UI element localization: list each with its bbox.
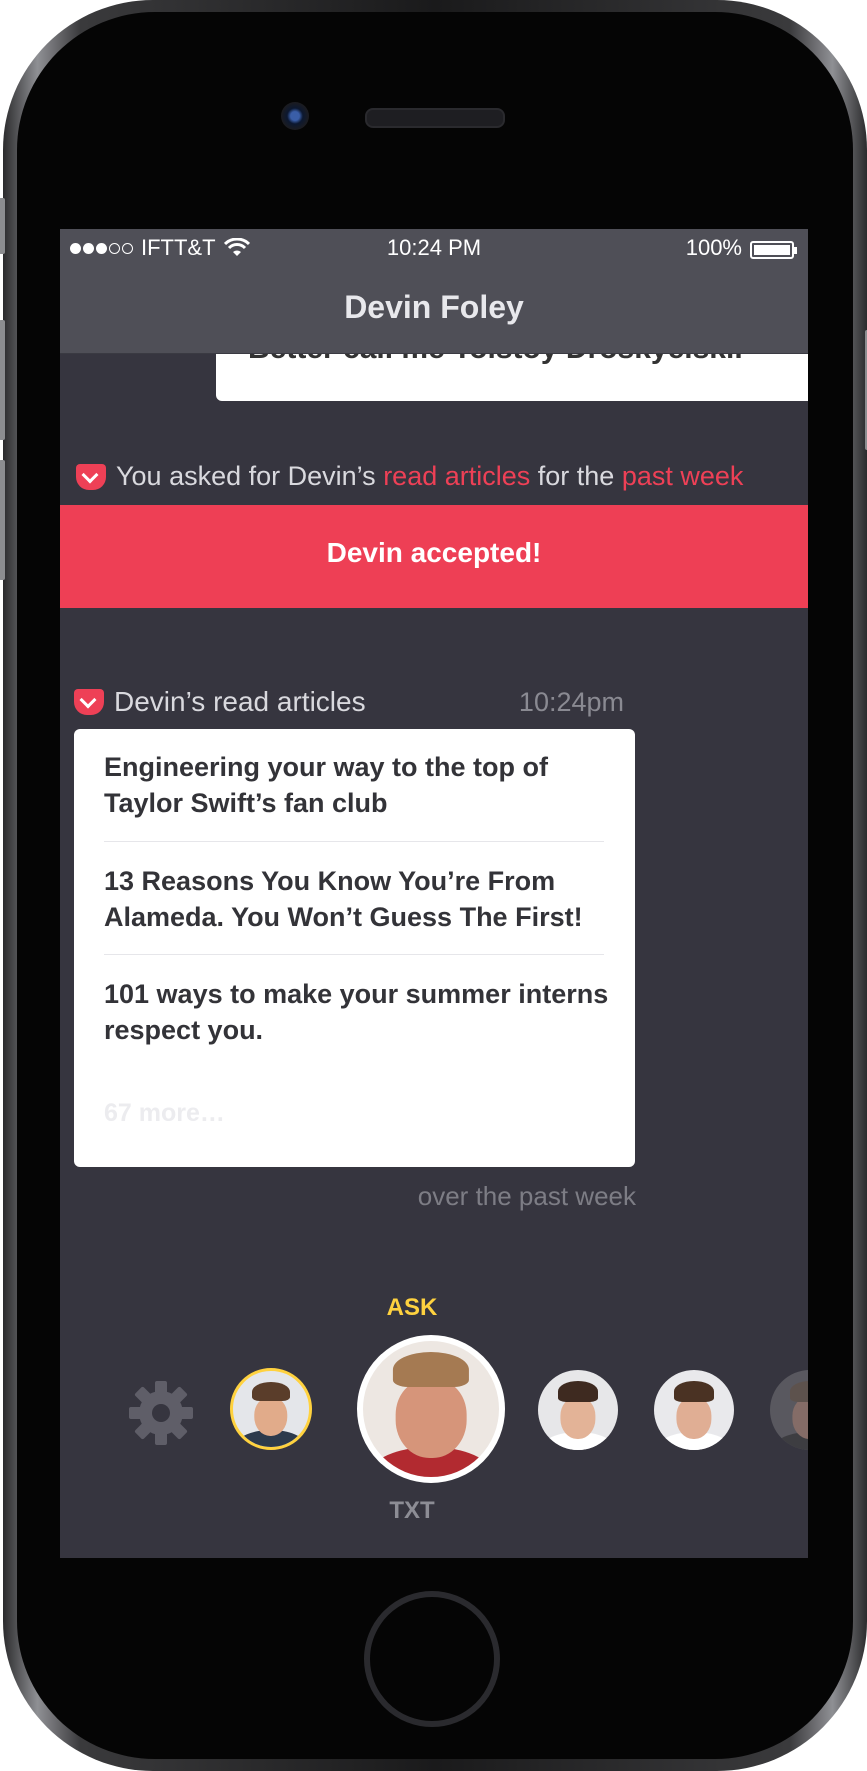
previous-message-text: Better call me Tolstoy Droskyelski. [248, 354, 743, 366]
earpiece-speaker [365, 108, 505, 128]
avatar-face [792, 1397, 808, 1439]
ask-label[interactable]: ASK [60, 1294, 808, 1322]
front-camera [281, 102, 309, 130]
article-item[interactable]: 101 ways to make your summer interns res… [104, 976, 614, 1048]
nav-bar: Devin Foley [60, 269, 808, 354]
avatar-hair [558, 1381, 598, 1402]
previous-message-bubble: Better call me Tolstoy Droskyelski. [216, 354, 808, 401]
app-screen: IFTT&T 10:24 PM 100% Devin Foley Better … [60, 229, 808, 1558]
feed-timestamp: 10:24pm [518, 687, 624, 717]
battery-percent: 100% [685, 235, 742, 260]
divider [104, 841, 604, 842]
page-title: Devin Foley [344, 289, 524, 325]
avatar-hair [674, 1381, 714, 1402]
avatar-hair [392, 1351, 470, 1388]
pocket-icon [76, 463, 106, 490]
accepted-text: Devin accepted! [326, 537, 542, 568]
feed-title: Devin’s read articles [114, 686, 366, 717]
home-button[interactable] [364, 1591, 500, 1727]
battery-icon [750, 241, 797, 259]
avatar-hair [790, 1381, 808, 1402]
avatar-face [395, 1379, 467, 1458]
status-bar: IFTT&T 10:24 PM 100% [60, 229, 808, 269]
battery-fill [754, 245, 790, 255]
feed-header: Devin’s read articles 10:24pm [74, 685, 624, 719]
pocket-icon [74, 689, 104, 715]
article-item[interactable]: Engineering your way to the top of Taylo… [104, 749, 614, 821]
request-prefix: You asked for Devin’s [116, 461, 376, 491]
contact-avatar[interactable] [538, 1370, 618, 1450]
request-message: You asked for Devin’s read articles for … [76, 461, 743, 492]
gear-icon[interactable] [127, 1379, 195, 1447]
avatar-face [560, 1397, 596, 1439]
contact-avatar[interactable] [230, 1368, 312, 1450]
selected-contact-avatar[interactable] [357, 1335, 505, 1483]
avatar-hair [252, 1381, 290, 1402]
volume-up-button [0, 320, 5, 440]
mute-switch [0, 198, 5, 254]
txt-label[interactable]: TXT [60, 1497, 808, 1525]
divider [104, 954, 604, 955]
request-link-past-week[interactable]: past week [622, 461, 744, 492]
feed-footer: over the past week [417, 1181, 636, 1211]
contact-avatar[interactable] [654, 1370, 734, 1450]
articles-card: Engineering your way to the top of Taylo… [74, 729, 635, 1167]
request-link-read-articles[interactable]: read articles [383, 461, 530, 492]
accepted-banner: Devin accepted! [60, 505, 808, 608]
volume-down-button [0, 460, 5, 580]
request-middle: for the [537, 461, 615, 491]
more-articles-link[interactable]: 67 more… [104, 1099, 225, 1128]
avatar-face [254, 1396, 288, 1437]
article-item[interactable]: 13 Reasons You Know You’re From Alameda.… [104, 863, 614, 935]
contact-avatar[interactable] [770, 1370, 808, 1450]
avatar-face [676, 1397, 712, 1439]
